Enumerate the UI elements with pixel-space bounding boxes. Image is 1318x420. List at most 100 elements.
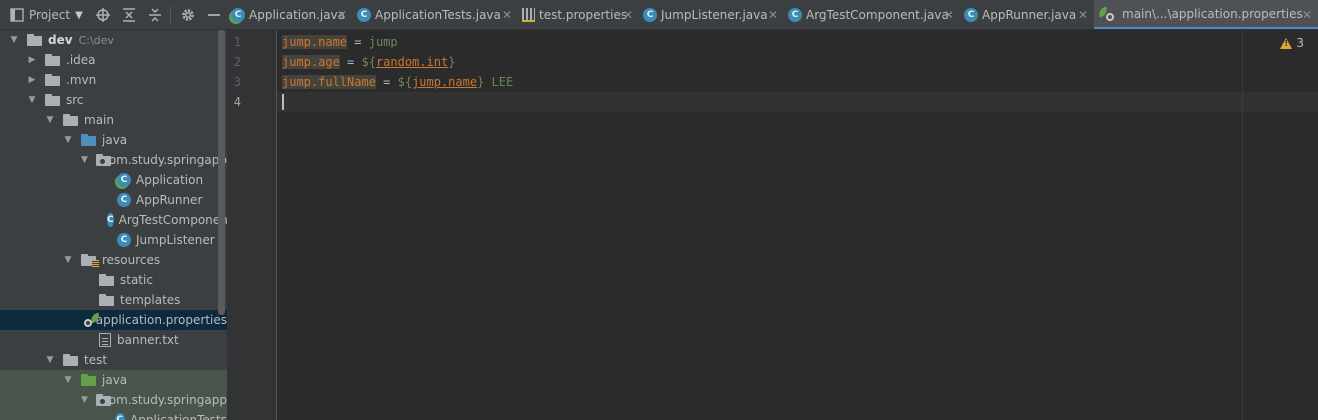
property-value: } — [448, 55, 456, 69]
expanded-arrow-icon[interactable]: ▼ — [63, 135, 73, 145]
close-tab-icon[interactable]: ✕ — [944, 8, 954, 22]
code-area[interactable]: jump.name = jump jump.age = ${random.int}… — [282, 30, 1318, 420]
view-dropdown-icon[interactable]: ▼ — [71, 7, 87, 23]
gear-icon[interactable] — [180, 7, 196, 23]
tree-item-label: ArgTestComponent — [118, 213, 227, 227]
class-icon: C — [114, 413, 126, 420]
class-icon: C — [643, 8, 657, 22]
property-value: jump — [368, 35, 398, 49]
editor-tab[interactable]: C ApplicationTests.java ✕ — [353, 0, 518, 29]
project-view-icon[interactable] — [9, 7, 25, 23]
expanded-arrow-icon[interactable]: ▼ — [81, 395, 88, 405]
locate-file-icon[interactable] — [95, 7, 111, 23]
folder-icon — [45, 54, 61, 66]
class-icon: C — [117, 193, 131, 207]
tree-item[interactable]: ▼ com.study.springapp — [0, 150, 227, 170]
property-value: ${ — [361, 55, 376, 69]
tab-label: AppRunner.java — [982, 8, 1077, 22]
expand-all-icon[interactable] — [121, 7, 137, 23]
tab-label: main\...\application.properties — [1122, 6, 1303, 21]
assignment-operator: = — [375, 75, 398, 89]
tree-item[interactable]: static — [0, 270, 227, 290]
property-key: jump.fullName — [282, 75, 376, 89]
spring-properties-icon — [1096, 6, 1114, 21]
tree-item[interactable]: ▼ src — [0, 90, 227, 110]
tree-item[interactable]: application.properties — [0, 310, 227, 330]
folder-icon — [45, 74, 61, 86]
line-number: 2 — [233, 55, 241, 69]
tree-item-label: main — [84, 113, 114, 127]
code-line[interactable]: jump.name = jump — [282, 32, 398, 52]
tree-item[interactable]: ▼ com.study.springapp — [0, 390, 227, 410]
expanded-arrow-icon[interactable]: ▼ — [27, 95, 37, 105]
tree-item-label: resources — [102, 253, 161, 267]
project-view-title[interactable]: Project — [29, 8, 70, 22]
editor-tab[interactable]: C AppRunner.java ✕ — [960, 0, 1094, 29]
package-icon — [95, 154, 111, 166]
tree-item[interactable]: ▼ dev C:\dev — [0, 30, 227, 50]
expanded-arrow-icon[interactable]: ▼ — [81, 155, 88, 165]
folder-icon — [63, 114, 79, 126]
tree-item[interactable]: C JumpListener — [0, 230, 227, 250]
tree-item[interactable]: ▼ resources — [0, 250, 227, 270]
editor-tab[interactable]: C ArgTestComponent.java ✕ — [784, 0, 960, 29]
folder-icon — [99, 274, 115, 286]
tree-item[interactable]: C Application — [0, 170, 227, 190]
project-toolbar: Project ▼ — [0, 0, 227, 30]
code-line[interactable]: jump.age = ${random.int} — [282, 52, 455, 72]
tree-item-label: banner.txt — [117, 333, 179, 347]
editor-tab[interactable]: C JumpListener.java ✕ — [639, 0, 784, 29]
property-value: } LEE — [477, 75, 514, 89]
editor-tab[interactable]: main\...\application.properties ✕ — [1094, 0, 1318, 29]
placeholder-reference: random.int — [375, 55, 449, 69]
hide-panel-icon[interactable] — [206, 7, 222, 23]
source-folder-icon — [81, 134, 97, 146]
expanded-arrow-icon[interactable]: ▼ — [45, 115, 55, 125]
tree-item-label: templates — [120, 293, 181, 307]
tree-item[interactable]: C ApplicationTests — [0, 410, 227, 420]
tree-item-label: test — [84, 353, 108, 367]
editor-scrollbar[interactable] — [1306, 30, 1318, 420]
expanded-arrow-icon[interactable]: ▼ — [9, 35, 19, 45]
close-tab-icon[interactable]: ✕ — [502, 8, 512, 22]
collapsed-arrow-icon[interactable]: ▶ — [27, 75, 37, 85]
collapse-all-icon[interactable] — [147, 7, 163, 23]
tree-item[interactable]: ▶ .idea — [0, 50, 227, 70]
property-key: jump.name — [282, 35, 348, 49]
code-line[interactable]: jump.fullName = ${jump.name} LEE — [282, 72, 513, 92]
tree-item-label: AppRunner — [136, 193, 203, 207]
close-tab-icon[interactable]: ✕ — [768, 8, 778, 22]
close-tab-icon[interactable]: ✕ — [1078, 8, 1088, 22]
inspection-widget[interactable]: 3 — [1280, 36, 1304, 50]
editor-tab[interactable]: test.properties ✕ — [518, 0, 639, 29]
close-tab-icon[interactable]: ✕ — [337, 8, 347, 22]
tree-item[interactable]: banner.txt — [0, 330, 227, 350]
expanded-arrow-icon[interactable]: ▼ — [45, 355, 55, 365]
tree-item-path-hint: C:\dev — [78, 33, 114, 47]
line-number: 3 — [233, 75, 241, 89]
tree-item[interactable]: templates — [0, 290, 227, 310]
tree-item-label: static — [120, 273, 153, 287]
spring-properties-icon — [83, 312, 102, 327]
tree-item[interactable]: ▶ .mvn — [0, 70, 227, 90]
expanded-arrow-icon[interactable]: ▼ — [63, 255, 73, 265]
close-tab-icon[interactable]: ✕ — [1302, 8, 1312, 22]
tree-item[interactable]: C AppRunner — [0, 190, 227, 210]
tree-item-label: .mvn — [66, 73, 97, 87]
collapsed-arrow-icon[interactable]: ▶ — [27, 55, 37, 65]
editor-tab[interactable]: C Application.java ✕ — [227, 0, 353, 29]
code-editor[interactable]: 1234 jump.name = jump jump.age = ${random… — [227, 30, 1318, 420]
tree-item-label: .idea — [66, 53, 96, 67]
close-tab-icon[interactable]: ✕ — [623, 8, 633, 22]
tree-item[interactable]: ▼ java — [0, 130, 227, 150]
folder-icon — [27, 34, 43, 46]
tree-item[interactable]: ▼ main — [0, 110, 227, 130]
tree-item-label: dev — [48, 33, 73, 47]
expanded-arrow-icon[interactable]: ▼ — [63, 375, 73, 385]
tree-item[interactable]: ▼ test — [0, 350, 227, 370]
tree-item[interactable]: C ArgTestComponent — [0, 210, 227, 230]
tree-item[interactable]: ▼ java — [0, 370, 227, 390]
warning-icon — [1280, 37, 1293, 49]
tree-scrollbar[interactable] — [218, 30, 225, 315]
tree-item-label: application.properties — [95, 313, 227, 327]
